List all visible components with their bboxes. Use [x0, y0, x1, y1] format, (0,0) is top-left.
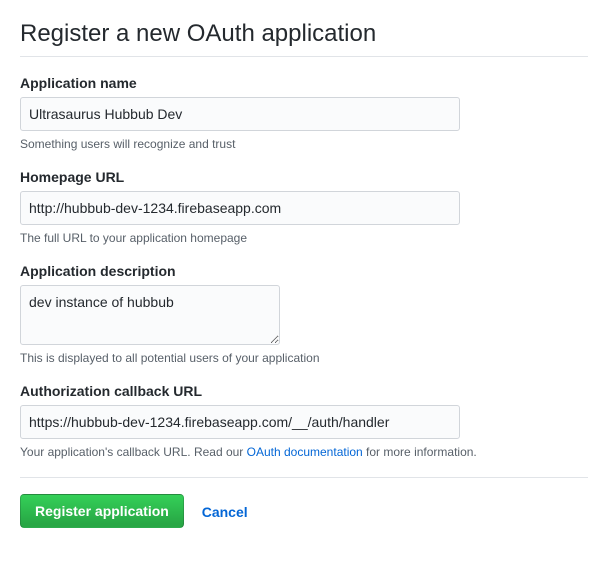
register-application-button[interactable]: Register application: [20, 494, 184, 528]
callback-help-prefix: Your application's callback URL. Read ou…: [20, 445, 247, 459]
application-name-label: Application name: [20, 75, 588, 91]
application-description-help: This is displayed to all potential users…: [20, 351, 588, 365]
callback-url-input[interactable]: [20, 405, 460, 439]
field-application-description: Application description This is displaye…: [20, 263, 588, 365]
form-actions: Register application Cancel: [20, 477, 588, 528]
application-description-label: Application description: [20, 263, 588, 279]
oauth-documentation-link[interactable]: OAuth documentation: [247, 445, 363, 459]
field-application-name: Application name Something users will re…: [20, 75, 588, 151]
homepage-url-label: Homepage URL: [20, 169, 588, 185]
field-callback-url: Authorization callback URL Your applicat…: [20, 383, 588, 459]
homepage-url-input[interactable]: [20, 191, 460, 225]
field-homepage-url: Homepage URL The full URL to your applic…: [20, 169, 588, 245]
callback-help-suffix: for more information.: [363, 445, 477, 459]
cancel-link[interactable]: Cancel: [202, 504, 248, 520]
callback-url-help: Your application's callback URL. Read ou…: [20, 445, 588, 459]
callback-url-label: Authorization callback URL: [20, 383, 588, 399]
page-title: Register a new OAuth application: [20, 20, 588, 57]
application-name-input[interactable]: [20, 97, 460, 131]
application-description-input[interactable]: [20, 285, 280, 345]
homepage-url-help: The full URL to your application homepag…: [20, 231, 588, 245]
application-name-help: Something users will recognize and trust: [20, 137, 588, 151]
